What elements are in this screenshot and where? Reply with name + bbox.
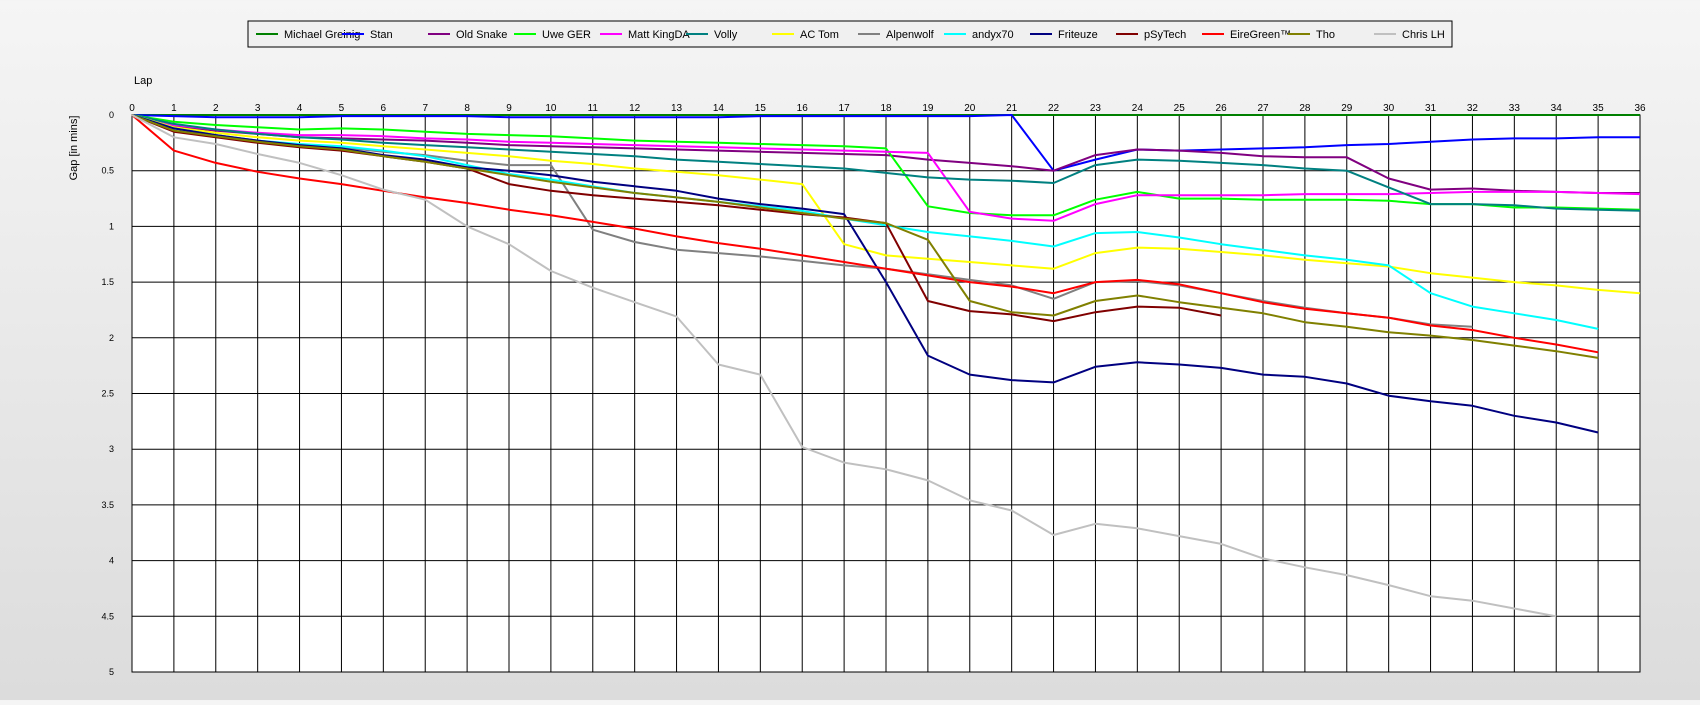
x-tick-label: 35: [1593, 103, 1605, 114]
legend-label: Stan: [370, 29, 393, 41]
y-tick-label: 5: [109, 667, 114, 677]
x-tick-label: 8: [464, 103, 470, 114]
x-tick-label: 33: [1509, 103, 1521, 114]
y-tick-label: 4: [109, 556, 114, 566]
legend-label: AC Tom: [800, 29, 839, 41]
x-tick-label: 20: [964, 103, 976, 114]
x-tick-label: 10: [545, 103, 557, 114]
x-tick-label: 34: [1551, 103, 1563, 114]
y-tick-label: 0: [109, 110, 114, 120]
legend-label: Matt KingDA: [628, 29, 690, 41]
x-tick-label: 27: [1257, 103, 1269, 114]
x-tick-label: 12: [629, 103, 641, 114]
y-tick-label: 2: [109, 333, 114, 343]
x-tick-label: 14: [713, 103, 725, 114]
y-tick-label: 4.5: [101, 611, 114, 621]
x-tick-label: 2: [213, 103, 219, 114]
legend-label: Tho: [1316, 29, 1335, 41]
legend-label: Alpenwolf: [886, 29, 935, 41]
x-tick-label: 30: [1383, 103, 1395, 114]
x-tick-label: 1: [171, 103, 177, 114]
x-tick-label: 6: [381, 103, 387, 114]
y-tick-label: 3: [109, 444, 114, 454]
x-tick-label: 13: [671, 103, 683, 114]
y-tick-label: 1.5: [101, 277, 114, 287]
legend-label: Chris LH: [1402, 29, 1445, 41]
x-tick-label: 9: [506, 103, 512, 114]
legend: Michael Greinig Stan Old Snake Uwe GER Matt …: [247, 20, 1453, 48]
y-tick-label: 1: [109, 221, 114, 231]
legend-label: Uwe GER: [542, 29, 591, 41]
x-tick-label: 3: [255, 103, 261, 114]
chart-svg: Michael Greinig Stan Old Snake Uwe GER Matt …: [68, 20, 1646, 677]
x-tick-label: 7: [422, 103, 428, 114]
y-tick-label: 3.5: [101, 500, 114, 510]
x-axis-label: Lap: [134, 75, 152, 87]
x-tick-label: 16: [797, 103, 809, 114]
legend-label: EireGreen™: [1230, 29, 1291, 41]
y-tick-label: 0.5: [101, 166, 114, 176]
x-tick-label: 29: [1341, 103, 1353, 114]
x-tick-label: 19: [922, 103, 934, 114]
x-tick-label: 36: [1634, 103, 1646, 114]
x-tick-label: 24: [1132, 103, 1144, 114]
legend-label: andyx70: [972, 29, 1014, 41]
x-tick-label: 31: [1425, 103, 1437, 114]
x-tick-label: 26: [1216, 103, 1228, 114]
legend-label: Volly: [714, 29, 738, 41]
x-tick-label: 15: [755, 103, 767, 114]
y-tick-label: 2.5: [101, 389, 114, 399]
legend-label: Old Snake: [456, 29, 507, 41]
x-tick-label: 23: [1090, 103, 1102, 114]
legend-label: Friteuze: [1058, 29, 1098, 41]
gap-chart: Michael Greinig Stan Old Snake Uwe GER Matt …: [0, 0, 1700, 700]
x-tick-label: 5: [339, 103, 345, 114]
x-tick-label: 0: [129, 103, 135, 114]
x-tick-label: 18: [880, 103, 892, 114]
x-tick-label: 22: [1048, 103, 1060, 114]
x-tick-label: 4: [297, 103, 303, 114]
x-tick-label: 17: [839, 103, 851, 114]
legend-label: pSyTech: [1144, 29, 1186, 41]
x-tick-label: 32: [1467, 103, 1479, 114]
x-tick-label: 25: [1174, 103, 1186, 114]
x-tick-label: 11: [588, 103, 599, 114]
x-tick-label: 21: [1006, 103, 1018, 114]
y-axis-label: Gap [in mins]: [68, 116, 80, 181]
x-tick-label: 28: [1299, 103, 1311, 114]
